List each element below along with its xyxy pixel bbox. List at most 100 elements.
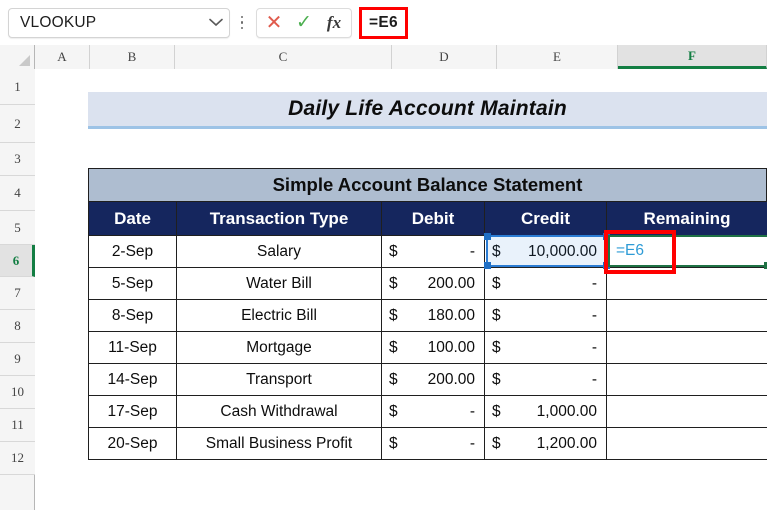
cell-remaining[interactable]: [606, 299, 767, 332]
cell-debit[interactable]: $ -: [381, 427, 485, 460]
row-header-9[interactable]: 9: [0, 343, 35, 376]
currency-symbol: $: [492, 274, 501, 292]
table-row[interactable]: 20-Sep Small Business Profit $ - $1,200.0…: [88, 427, 767, 460]
chevron-down-icon[interactable]: [203, 9, 229, 37]
cell-debit[interactable]: $180.00: [381, 299, 485, 332]
row-header-3[interactable]: 3: [0, 143, 35, 176]
cell-credit[interactable]: $ -: [484, 299, 607, 332]
row-header-11[interactable]: 11: [0, 409, 35, 442]
cell-date[interactable]: 20-Sep: [88, 427, 177, 460]
amount-value: -: [591, 306, 597, 324]
header-date[interactable]: Date: [88, 201, 177, 236]
column-header-e[interactable]: E: [497, 45, 618, 69]
cell-date[interactable]: 2-Sep: [88, 235, 177, 268]
cell-date[interactable]: 8-Sep: [88, 299, 177, 332]
currency-symbol: $: [389, 242, 398, 260]
cell-type[interactable]: Water Bill: [176, 267, 382, 300]
cell-remaining[interactable]: [606, 267, 767, 300]
row-header-12[interactable]: 12: [0, 442, 35, 475]
formula-input[interactable]: =E6: [359, 6, 408, 39]
row-header-4[interactable]: 4: [0, 176, 35, 211]
currency-symbol: $: [389, 338, 398, 356]
amount-value: 180.00: [427, 306, 475, 324]
currency-symbol: $: [389, 306, 398, 324]
cell-type[interactable]: Mortgage: [176, 331, 382, 364]
header-credit[interactable]: Credit: [484, 201, 607, 236]
enter-icon[interactable]: ✓: [289, 9, 319, 37]
cell-debit[interactable]: $200.00: [381, 363, 485, 396]
header-debit[interactable]: Debit: [381, 201, 485, 236]
name-box[interactable]: VLOOKUP: [8, 7, 230, 38]
row-header-6[interactable]: 6: [0, 245, 35, 277]
cell-remaining[interactable]: [606, 427, 767, 460]
header-type[interactable]: Transaction Type: [176, 201, 382, 236]
amount-value: 200.00: [427, 370, 475, 388]
row-header-10[interactable]: 10: [0, 376, 35, 409]
cell-debit[interactable]: $ -: [381, 395, 485, 428]
cell-credit[interactable]: $ -: [484, 363, 607, 396]
currency-symbol: $: [492, 338, 501, 356]
cell-remaining[interactable]: [606, 363, 767, 396]
amount-value: -: [591, 338, 597, 356]
amount-value: 10,000.00: [528, 242, 597, 260]
table-header-row: Date Transaction Type Debit Credit Remai…: [88, 201, 767, 236]
row-header-column: 1 2 3 4 5 6 7 8 9 10 11 12: [0, 69, 35, 510]
more-options-icon[interactable]: [234, 8, 250, 38]
page-title: Daily Life Account Maintain: [288, 97, 567, 120]
table-row[interactable]: 14-Sep Transport $200.00 $ -: [88, 363, 767, 396]
select-all-corner[interactable]: [0, 45, 35, 69]
cell-type[interactable]: Cash Withdrawal: [176, 395, 382, 428]
cell-remaining[interactable]: [606, 395, 767, 428]
row-header-8[interactable]: 8: [0, 310, 35, 343]
table-banner[interactable]: Simple Account Balance Statement: [88, 168, 767, 201]
cell-credit[interactable]: $1,000.00: [484, 395, 607, 428]
column-header-b[interactable]: B: [90, 45, 175, 69]
column-header-c[interactable]: C: [175, 45, 392, 69]
cell-debit[interactable]: $ -: [381, 235, 485, 268]
cell-credit[interactable]: $1,200.00: [484, 427, 607, 460]
cell-type[interactable]: Electric Bill: [176, 299, 382, 332]
cell-credit[interactable]: $ -: [484, 267, 607, 300]
cancel-icon[interactable]: ✕: [259, 9, 289, 37]
currency-symbol: $: [389, 370, 398, 388]
currency-symbol: $: [492, 242, 501, 260]
currency-symbol: $: [492, 306, 501, 324]
row-header-5[interactable]: 5: [0, 211, 35, 245]
cell-type[interactable]: Small Business Profit: [176, 427, 382, 460]
currency-symbol: $: [389, 434, 398, 452]
cell-date[interactable]: 11-Sep: [88, 331, 177, 364]
kebab-dot: [240, 26, 244, 30]
spreadsheet-grid: A B C D E F 1 2 3 4 5 6 7 8 9 10 11 12 D…: [0, 45, 767, 510]
table-row[interactable]: 8-Sep Electric Bill $180.00 $ -: [88, 299, 767, 332]
cell-credit[interactable]: $10,000.00: [484, 235, 607, 268]
cell-date[interactable]: 17-Sep: [88, 395, 177, 428]
cell-date[interactable]: 5-Sep: [88, 267, 177, 300]
amount-value: 1,200.00: [536, 434, 597, 452]
column-header-d[interactable]: D: [392, 45, 497, 69]
row-header-1[interactable]: 1: [0, 69, 35, 105]
table-row[interactable]: 11-Sep Mortgage $100.00 $ -: [88, 331, 767, 364]
amount-value: -: [591, 274, 597, 292]
table-row[interactable]: 5-Sep Water Bill $200.00 $ -: [88, 267, 767, 300]
header-remaining[interactable]: Remaining: [606, 201, 767, 236]
table-row[interactable]: 17-Sep Cash Withdrawal $ - $1,000.00: [88, 395, 767, 428]
active-cell-formula-text: =E6: [616, 242, 645, 259]
account-table: Simple Account Balance Statement Date Tr…: [88, 168, 767, 460]
cell-date[interactable]: 14-Sep: [88, 363, 177, 396]
currency-symbol: $: [492, 434, 501, 452]
cell-type[interactable]: Transport: [176, 363, 382, 396]
cell-type[interactable]: Salary: [176, 235, 382, 268]
insert-function-icon[interactable]: fx: [319, 9, 349, 37]
name-box-value: VLOOKUP: [20, 13, 97, 31]
column-header-a[interactable]: A: [35, 45, 90, 69]
row-header-2[interactable]: 2: [0, 105, 35, 143]
cell-debit[interactable]: $100.00: [381, 331, 485, 364]
document-title-cell[interactable]: Daily Life Account Maintain: [88, 92, 767, 129]
amount-value: 100.00: [427, 338, 475, 356]
cell-remaining[interactable]: [606, 331, 767, 364]
column-header-f[interactable]: F: [618, 45, 767, 69]
active-cell-f6[interactable]: =E6: [608, 235, 767, 269]
row-header-7[interactable]: 7: [0, 277, 35, 310]
cell-credit[interactable]: $ -: [484, 331, 607, 364]
cell-debit[interactable]: $200.00: [381, 267, 485, 300]
